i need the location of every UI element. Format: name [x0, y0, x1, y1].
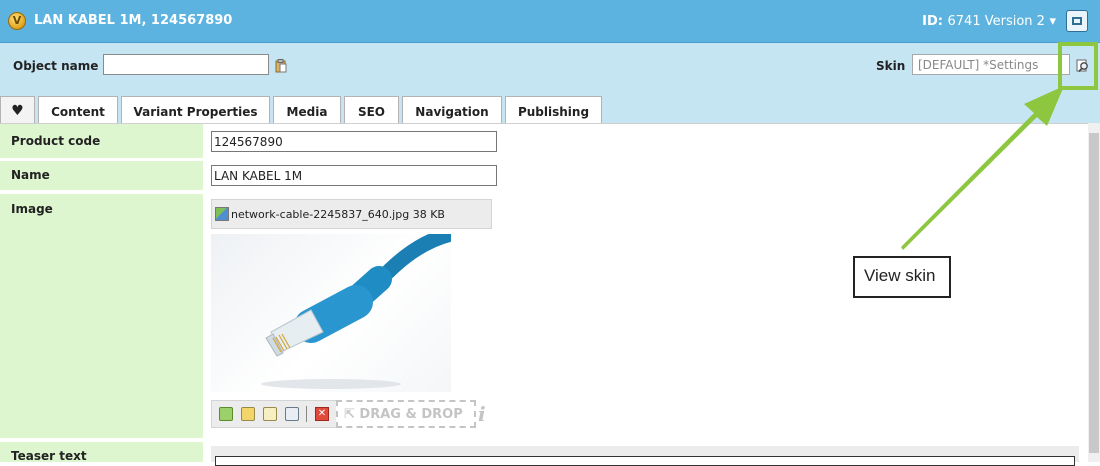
- image-toolbar: ✕: [211, 400, 337, 428]
- teaser-text-input[interactable]: [215, 456, 1075, 466]
- drag-drop-zone[interactable]: ⇱ DRAG & DROP: [336, 400, 476, 428]
- image-file-icon: [215, 207, 229, 221]
- edit-icon[interactable]: [263, 407, 277, 421]
- object-name-label: Object name: [13, 59, 99, 73]
- scrollbar[interactable]: [1088, 123, 1100, 462]
- window-mode-button[interactable]: [1066, 10, 1088, 32]
- tab-media[interactable]: Media: [273, 96, 341, 123]
- crop-icon[interactable]: [285, 407, 299, 421]
- name-input[interactable]: LAN KABEL 1M: [211, 165, 497, 186]
- version-selector[interactable]: ID: 6741 Version 2 ▾: [922, 14, 1056, 29]
- image-file-link[interactable]: network-cable-2245837_640.jpg 38 KB: [211, 199, 492, 229]
- skin-label: Skin: [876, 59, 906, 73]
- skin-field[interactable]: [DEFAULT] *Settings: [912, 54, 1070, 75]
- teaser-text-label: Teaser text: [0, 442, 203, 463]
- folder-icon[interactable]: [241, 407, 255, 421]
- upload-icon[interactable]: [219, 407, 233, 421]
- name-label: Name: [0, 161, 203, 190]
- image-label: Image: [0, 194, 203, 438]
- chevron-down-icon: ▾: [1049, 14, 1056, 29]
- tab-favorites[interactable]: ♥: [0, 96, 35, 123]
- window-icon: [1072, 17, 1082, 25]
- image-preview: [211, 234, 451, 392]
- network-cable-image: [261, 234, 451, 389]
- toolbar-divider: [306, 406, 307, 422]
- tab-seo[interactable]: SEO: [344, 96, 399, 123]
- info-icon[interactable]: i: [478, 402, 486, 426]
- view-skin-highlight: [1058, 42, 1098, 90]
- product-code-label: Product code: [0, 124, 203, 158]
- teaser-editor: [211, 446, 1079, 466]
- tab-variant-properties[interactable]: Variant Properties: [121, 96, 270, 123]
- clipboard-icon[interactable]: [275, 59, 287, 73]
- heart-icon: ♥: [11, 103, 24, 119]
- object-name-input[interactable]: [103, 54, 269, 75]
- view-skin-callout: View skin: [853, 256, 951, 298]
- scrollbar-thumb[interactable]: [1089, 133, 1099, 453]
- id-version: 6741 Version 2: [947, 14, 1045, 29]
- tab-navigation[interactable]: Navigation: [402, 96, 502, 123]
- app-logo-icon: V: [8, 12, 26, 30]
- id-label: ID:: [922, 14, 943, 29]
- delete-icon[interactable]: ✕: [315, 407, 329, 421]
- tab-content[interactable]: Content: [38, 96, 118, 123]
- title-bar: V LAN KABEL 1M, 124567890 ID: 6741 Versi…: [0, 0, 1100, 43]
- window-title: LAN KABEL 1M, 124567890: [34, 13, 233, 28]
- tab-publishing[interactable]: Publishing: [505, 96, 602, 123]
- product-code-input[interactable]: 124567890: [211, 131, 497, 152]
- image-file-name: network-cable-2245837_640.jpg 38 KB: [231, 208, 445, 221]
